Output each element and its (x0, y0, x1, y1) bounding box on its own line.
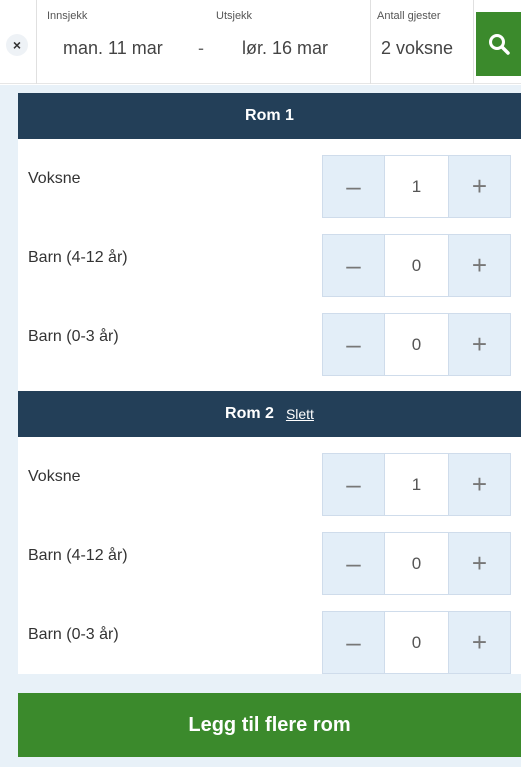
delete-room-link[interactable]: Slett (286, 406, 314, 422)
decrement-button[interactable]: – (322, 155, 385, 218)
room-1-adults-row: Voksne – 1 + (18, 139, 521, 218)
decrement-button[interactable]: – (322, 453, 385, 516)
room-1-header: Rom 1 (18, 93, 521, 139)
adults-label: Voksne (28, 170, 81, 187)
room-2-infants-row: Barn (0-3 år) – 0 + (18, 595, 521, 674)
checkin-field[interactable]: Innsjekk man. 11 mar (36, 0, 208, 84)
children-count: 0 (385, 532, 448, 595)
increment-button[interactable]: + (448, 532, 511, 595)
checkin-value: man. 11 mar (63, 38, 163, 58)
guests-label: Antall gjester (377, 10, 441, 22)
guests-field[interactable]: Antall gjester 2 voksne (370, 0, 474, 84)
infants-stepper: – 0 + (322, 313, 512, 376)
room-2-header: Rom 2 Slett (18, 391, 521, 437)
room-2-adults-row: Voksne – 1 + (18, 437, 521, 516)
room-1-infants-row: Barn (0-3 år) – 0 + (18, 297, 521, 376)
infants-stepper: – 0 + (322, 611, 512, 674)
checkout-label: Utsjekk (216, 10, 253, 22)
children-label: Barn (4-12 år) (28, 547, 128, 564)
adults-stepper: – 1 + (322, 155, 512, 218)
guest-panel: Rom 1 Voksne – 1 + Barn (4-12 år) – 0 + … (0, 85, 521, 767)
children-label: Barn (4-12 år) (28, 249, 128, 266)
increment-button[interactable]: + (448, 155, 511, 218)
adults-label: Voksne (28, 468, 81, 485)
infants-count: 0 (385, 611, 448, 674)
children-stepper: – 0 + (322, 532, 512, 595)
increment-button[interactable]: + (448, 453, 511, 516)
checkout-value: lør. 16 mar (242, 38, 329, 58)
adults-count: 1 (385, 453, 448, 516)
infants-label: Barn (0-3 år) (28, 626, 119, 643)
close-icon[interactable]: × (6, 34, 28, 56)
infants-label: Barn (0-3 år) (28, 328, 119, 345)
adults-count: 1 (385, 155, 448, 218)
room-2-children-row: Barn (4-12 år) – 0 + (18, 516, 521, 595)
checkout-field[interactable]: Utsjekk lør. 16 mar (208, 0, 368, 84)
children-stepper: – 0 + (322, 234, 512, 297)
room-2-title: Rom 2 (225, 405, 274, 422)
search-bar: × Innsjekk man. 11 mar - Utsjekk lør. 16… (0, 0, 521, 84)
room-1-title: Rom 1 (245, 107, 294, 124)
adults-stepper: – 1 + (322, 453, 512, 516)
guests-value: 2 voksne (381, 38, 454, 58)
search-icon (488, 34, 510, 55)
room-1-children-row: Barn (4-12 år) – 0 + (18, 218, 521, 297)
decrement-button[interactable]: – (322, 532, 385, 595)
rooms-container: Rom 1 Voksne – 1 + Barn (4-12 år) – 0 + … (18, 93, 521, 674)
increment-button[interactable]: + (448, 234, 511, 297)
children-count: 0 (385, 234, 448, 297)
date-separator: - (198, 38, 204, 58)
decrement-button[interactable]: – (322, 611, 385, 674)
panel-bottom (18, 757, 521, 767)
search-button[interactable] (476, 12, 521, 76)
add-room-button[interactable]: Legg til flere rom (18, 693, 521, 757)
infants-count: 0 (385, 313, 448, 376)
checkin-label: Innsjekk (47, 10, 88, 22)
increment-button[interactable]: + (448, 313, 511, 376)
decrement-button[interactable]: – (322, 234, 385, 297)
increment-button[interactable]: + (448, 611, 511, 674)
decrement-button[interactable]: – (322, 313, 385, 376)
